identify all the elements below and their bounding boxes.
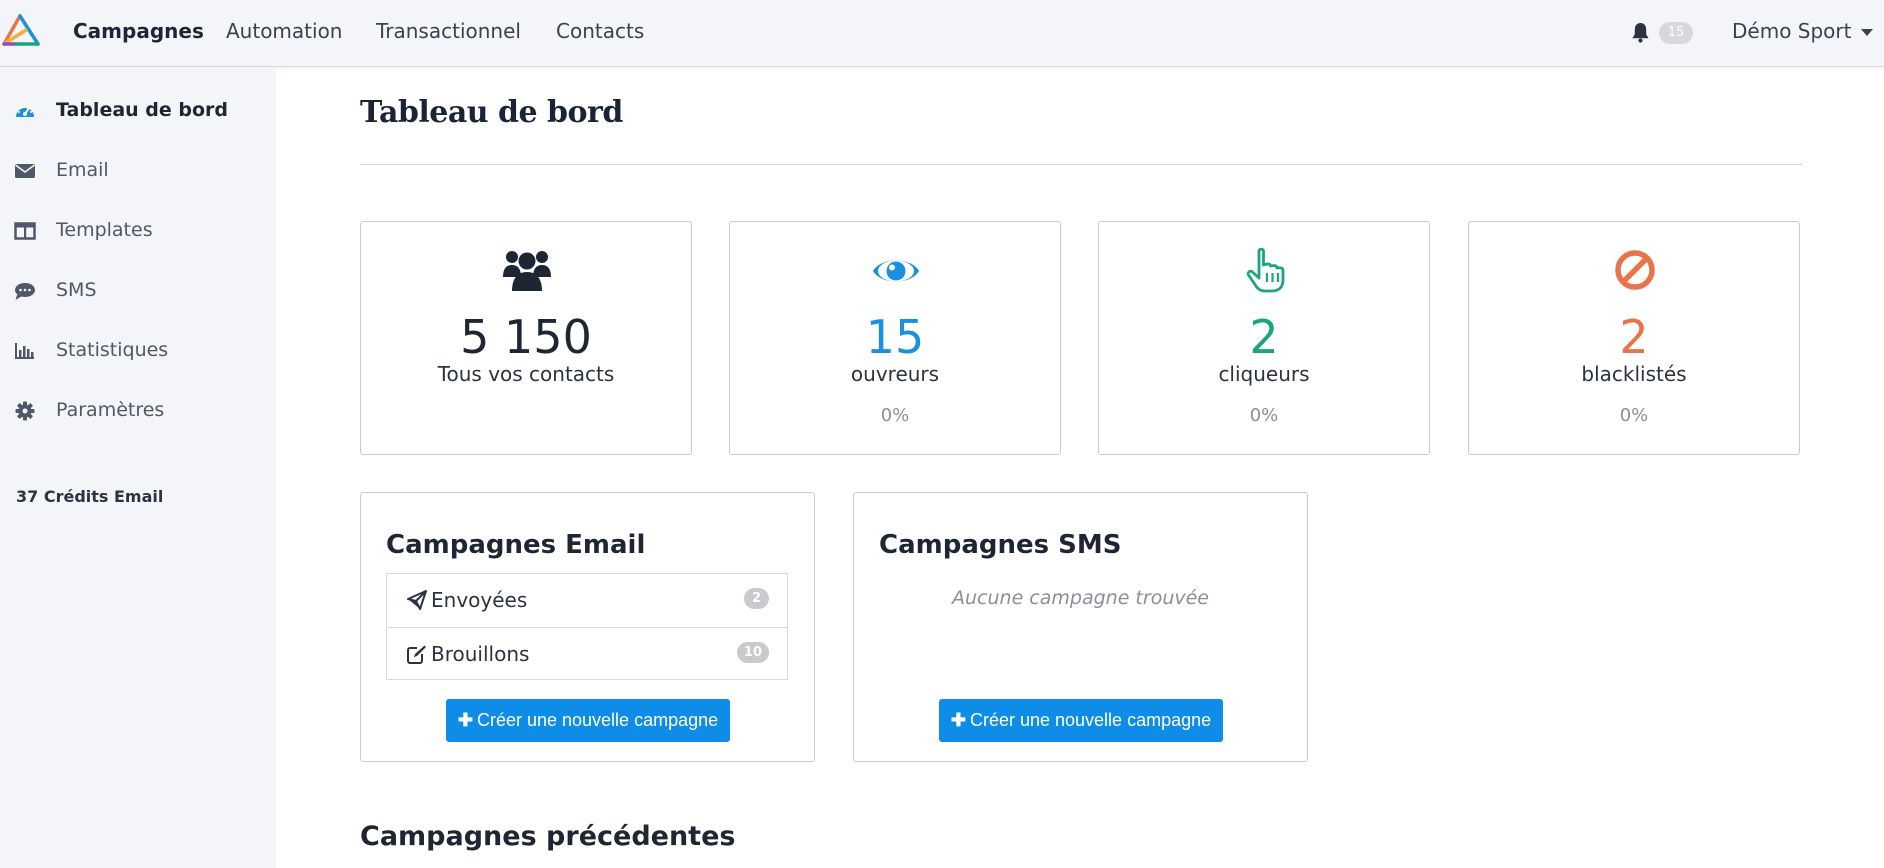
list-item-label: Envoyées xyxy=(431,588,528,612)
plus-icon: ✚ xyxy=(950,710,966,730)
card-title: Campagnes SMS xyxy=(879,530,1122,560)
sidebar-item-tableau-de-bord[interactable]: Tableau de bord xyxy=(0,91,276,131)
list-item-brouillons[interactable]: Brouillons 10 xyxy=(387,627,787,680)
sidebar-item-parametres[interactable]: Paramètres xyxy=(0,391,276,431)
sidebar-item-label: Tableau de bord xyxy=(56,99,229,121)
nav-contacts[interactable]: Contacts xyxy=(556,19,644,43)
email-campaigns-card: Campagnes Email Envoyées 2 Brouillons 10… xyxy=(360,492,815,762)
sidebar-item-label: Templates xyxy=(56,219,153,241)
stat-card-contacts[interactable]: 5 150 Tous vos contacts xyxy=(360,221,692,455)
stat-value: 2 xyxy=(1619,310,1649,364)
sidebar-item-label: Email xyxy=(56,159,109,181)
sidebar: Tableau de bord Email Templates SMS Stat… xyxy=(0,67,276,868)
caret-down-icon xyxy=(1861,29,1874,36)
create-email-campaign-button[interactable]: ✚ Créer une nouvelle campagne xyxy=(446,699,730,742)
envelope-icon xyxy=(15,164,35,178)
stat-label: cliqueurs xyxy=(1218,362,1310,386)
stat-percentage: 0% xyxy=(1249,405,1279,426)
bar-chart-icon xyxy=(15,343,34,359)
stat-card-ouvreurs[interactable]: 15 ouvreurs 0% xyxy=(729,221,1061,455)
stat-card-blacklistes[interactable]: 2 blacklistés 0% xyxy=(1468,221,1800,455)
bell-icon[interactable] xyxy=(1631,22,1650,43)
pointer-hand-icon xyxy=(1246,247,1285,293)
paper-plane-icon xyxy=(407,590,427,610)
stat-value: 5 150 xyxy=(460,310,592,364)
empty-state-message: Aucune campagne trouvée xyxy=(952,587,1209,609)
stat-percentage: 0% xyxy=(1619,405,1649,426)
button-label: Créer une nouvelle campagne xyxy=(476,710,719,730)
account-dropdown[interactable]: Démo Sport xyxy=(1732,19,1874,43)
dashboard-icon xyxy=(16,106,34,117)
top-navbar: Campagnes Automation Transactionnel Cont… xyxy=(0,0,1884,67)
account-name: Démo Sport xyxy=(1732,19,1852,43)
gear-icon xyxy=(15,401,35,421)
sidebar-item-email[interactable]: Email xyxy=(0,151,276,191)
stat-label: Tous vos contacts xyxy=(437,362,615,386)
nav-campagnes[interactable]: Campagnes xyxy=(73,19,204,43)
nav-automation[interactable]: Automation xyxy=(226,19,342,43)
button-label: Créer une nouvelle campagne xyxy=(969,710,1212,730)
users-icon xyxy=(503,251,551,291)
stat-label: ouvreurs xyxy=(850,362,940,386)
plus-icon: ✚ xyxy=(457,710,473,730)
columns-icon xyxy=(14,222,36,240)
eye-icon xyxy=(873,260,919,282)
list-item-envoyees[interactable]: Envoyées 2 xyxy=(387,574,787,627)
notification-badge[interactable]: 15 xyxy=(1659,22,1693,44)
stat-value: 15 xyxy=(865,310,925,364)
email-credits: 37 Crédits Email xyxy=(16,487,164,506)
sidebar-item-sms[interactable]: SMS xyxy=(0,271,276,311)
nav-transactionnel[interactable]: Transactionnel xyxy=(376,19,521,43)
count-badge: 10 xyxy=(736,642,769,663)
sms-campaigns-card: Campagnes SMS Aucune campagne trouvée ✚ C… xyxy=(853,492,1308,762)
campaign-status-list: Envoyées 2 Brouillons 10 xyxy=(386,573,788,680)
stat-card-cliqueurs[interactable]: 2 cliqueurs 0% xyxy=(1098,221,1430,455)
sidebar-item-label: Statistiques xyxy=(56,339,169,361)
card-title: Campagnes Email xyxy=(386,530,646,560)
page-title: Tableau de bord xyxy=(360,95,623,130)
count-badge: 2 xyxy=(744,588,769,609)
ban-icon xyxy=(1615,250,1655,290)
title-divider xyxy=(360,164,1802,165)
stat-label: blacklistés xyxy=(1581,362,1687,386)
sidebar-item-templates[interactable]: Templates xyxy=(0,211,276,251)
stat-value: 2 xyxy=(1249,310,1279,364)
create-sms-campaign-button[interactable]: ✚ Créer une nouvelle campagne xyxy=(939,699,1223,742)
sidebar-item-label: SMS xyxy=(56,279,97,301)
comment-icon xyxy=(15,283,35,300)
list-item-label: Brouillons xyxy=(431,642,530,666)
stat-percentage: 0% xyxy=(880,405,910,426)
previous-campaigns-title: Campagnes précédentes xyxy=(360,821,736,852)
sidebar-item-statistiques[interactable]: Statistiques xyxy=(0,331,276,371)
sidebar-item-label: Paramètres xyxy=(56,399,165,421)
edit-icon xyxy=(407,645,426,664)
brand-logo-icon[interactable] xyxy=(0,12,42,48)
